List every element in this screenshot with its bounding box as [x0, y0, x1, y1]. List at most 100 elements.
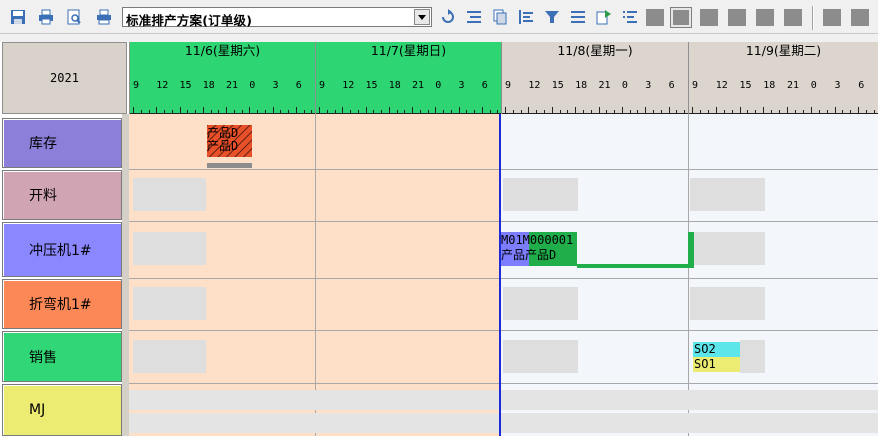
empty-slot [690, 287, 765, 320]
hour-label: 12 [715, 80, 728, 91]
row-label-text: 冲压机1# [29, 242, 92, 259]
view-mode-button-5[interactable] [756, 9, 774, 26]
year-label: 2021 [50, 71, 79, 85]
hour-label: 18 [575, 80, 588, 91]
refresh-icon[interactable] [440, 9, 456, 25]
hour-label: 3 [834, 80, 841, 91]
sales-order-so2[interactable]: SO2 [693, 342, 740, 357]
row-label-text: 折弯机1# [29, 297, 92, 313]
hour-label: 12 [342, 80, 355, 91]
row-header-splitter[interactable] [122, 114, 129, 436]
hour-label: 21 [598, 80, 611, 91]
hour-label: 21 [412, 80, 425, 91]
toolbar: 标准排产方案(订单级) [0, 0, 878, 34]
hour-scale: 9 12 15 18 21 0 3 6 [130, 60, 315, 114]
hour-label: 0 [621, 80, 628, 91]
indent-icon[interactable] [518, 9, 534, 25]
hour-label: 0 [435, 80, 442, 91]
task-label: 产品产品D [501, 248, 557, 262]
hour-label: 3 [272, 80, 279, 91]
view-mode-button-1[interactable] [646, 9, 664, 26]
empty-slot [133, 178, 206, 211]
row-label-bending[interactable]: 折弯机1# [2, 279, 122, 329]
empty-slot [133, 287, 206, 320]
inventory-progress [207, 163, 252, 168]
day-divider [688, 114, 689, 436]
task-label: M01M000001 [501, 233, 574, 247]
row-label-mj[interactable]: MJ [2, 384, 122, 436]
mj-band [129, 413, 878, 433]
copy-icon[interactable] [492, 9, 508, 25]
row-label-inventory[interactable]: 库存 [2, 118, 122, 168]
hour-label: 0 [249, 80, 256, 91]
print-icon[interactable] [38, 9, 54, 25]
day-header: 11/6(星期六) 9 12 15 18 21 0 3 6 [129, 42, 315, 114]
row-label-text: 销售 [29, 349, 57, 366]
hour-label: 6 [295, 80, 302, 91]
empty-slot [133, 232, 206, 265]
hour-label: 3 [645, 80, 652, 91]
align-icon[interactable] [466, 9, 482, 25]
chevron-down-icon[interactable] [414, 9, 430, 25]
row-label-cutting[interactable]: 开料 [2, 170, 122, 220]
sales-order-so1[interactable]: SO1 [693, 357, 740, 372]
view-mode-button-6[interactable] [784, 9, 802, 26]
hour-label: 9 [319, 80, 326, 91]
empty-slot [503, 340, 578, 373]
empty-slot [503, 178, 578, 211]
hour-label: 21 [226, 80, 239, 91]
save-icon[interactable] [10, 9, 26, 25]
day-header: 11/7(星期日) 9 12 15 18 21 0 3 6 [315, 42, 501, 114]
hour-label: 6 [858, 80, 865, 91]
hour-label: 15 [551, 80, 564, 91]
hour-label: 9 [133, 80, 140, 91]
gantt-chart: 2021 11/6(星期六) 9 12 15 18 21 0 3 6 11/7(星期日) 91… [0, 42, 878, 436]
scale-baseline [316, 113, 501, 114]
stamping-task-end [688, 232, 694, 268]
row-divider [129, 330, 878, 331]
list-icon[interactable] [570, 9, 586, 25]
view-mode-button-3[interactable] [700, 9, 718, 26]
plan-select-value: 标准排产方案(订单级) [126, 13, 253, 28]
view-mode-button-2[interactable] [670, 7, 692, 28]
hour-label: 12 [528, 80, 541, 91]
row-label-text: 开料 [29, 188, 57, 204]
hour-scale: 9 12 15 18 21 0 3 6 [502, 60, 688, 114]
export-icon[interactable] [596, 9, 612, 25]
preview-icon[interactable] [66, 9, 82, 25]
hour-label: 18 [763, 80, 776, 91]
printer-setup-icon[interactable] [96, 9, 112, 25]
toolbar-separator [812, 6, 814, 30]
empty-slot [690, 232, 765, 265]
row-divider [129, 221, 878, 222]
day-title: 11/9(星期二) [745, 43, 822, 58]
day-header: 11/8(星期一) 9 12 15 18 21 0 3 6 [501, 42, 688, 114]
plan-select[interactable]: 标准排产方案(订单级) [122, 7, 432, 28]
empty-slot [133, 340, 206, 373]
empty-slot [690, 178, 765, 211]
hour-label: 18 [388, 80, 401, 91]
stamping-task-tail [577, 264, 691, 268]
task-label: SO1 [694, 357, 716, 371]
row-label-stamping[interactable]: 冲压机1# [2, 222, 122, 277]
hour-label: 9 [692, 80, 699, 91]
view-mode-button-8[interactable] [851, 9, 869, 26]
row-label-text: 库存 [29, 136, 57, 152]
future-period-area [500, 114, 878, 436]
row-divider [129, 278, 878, 279]
view-mode-button-4[interactable] [728, 9, 746, 26]
hour-label: 0 [810, 80, 817, 91]
hour-label: 18 [202, 80, 215, 91]
row-label-sales[interactable]: 销售 [2, 331, 122, 382]
sort-icon[interactable] [622, 9, 638, 25]
hour-label: 6 [668, 80, 675, 91]
day-header: 11/9(星期二) 9 12 15 18 21 0 3 6 [688, 42, 878, 114]
inventory-task-bar[interactable]: 产品D 产品D [207, 125, 252, 157]
hour-label: 15 [179, 80, 192, 91]
filter-icon[interactable] [544, 9, 560, 25]
scale-baseline [130, 113, 315, 114]
mj-band [129, 390, 878, 410]
hour-label: 15 [365, 80, 378, 91]
task-label: SO2 [694, 342, 716, 356]
view-mode-button-7[interactable] [823, 9, 841, 26]
